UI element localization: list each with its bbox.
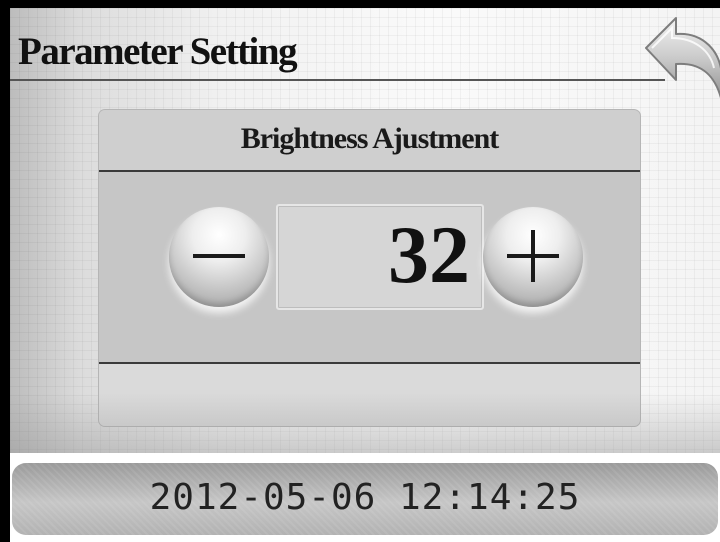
- dialog-header: Brightness Ajustment: [99, 110, 640, 172]
- back-button[interactable]: [642, 10, 720, 106]
- brightness-value-field: 32: [276, 204, 484, 310]
- main-panel: Parameter Setting Brightness Ajustment 3…: [10, 8, 720, 453]
- dialog-footer: [99, 364, 640, 426]
- decrement-button[interactable]: [169, 207, 269, 307]
- minus-icon: [193, 254, 245, 258]
- brightness-dialog: Brightness Ajustment 32: [99, 110, 640, 426]
- brightness-value: 32: [388, 209, 470, 300]
- back-arrow-icon: [645, 17, 720, 99]
- datetime-display: 2012-05-06 12:14:25: [149, 477, 581, 518]
- dialog-body: 32: [99, 172, 640, 364]
- dialog-title: Brightness Ajustment: [240, 122, 500, 155]
- increment-button[interactable]: [483, 207, 583, 307]
- device-screen: Parameter Setting Brightness Ajustment 3…: [0, 0, 720, 542]
- title-divider: [10, 79, 665, 81]
- page-title: Parameter Setting: [18, 30, 298, 73]
- datetime-bar: 2012-05-06 12:14:25: [12, 463, 718, 535]
